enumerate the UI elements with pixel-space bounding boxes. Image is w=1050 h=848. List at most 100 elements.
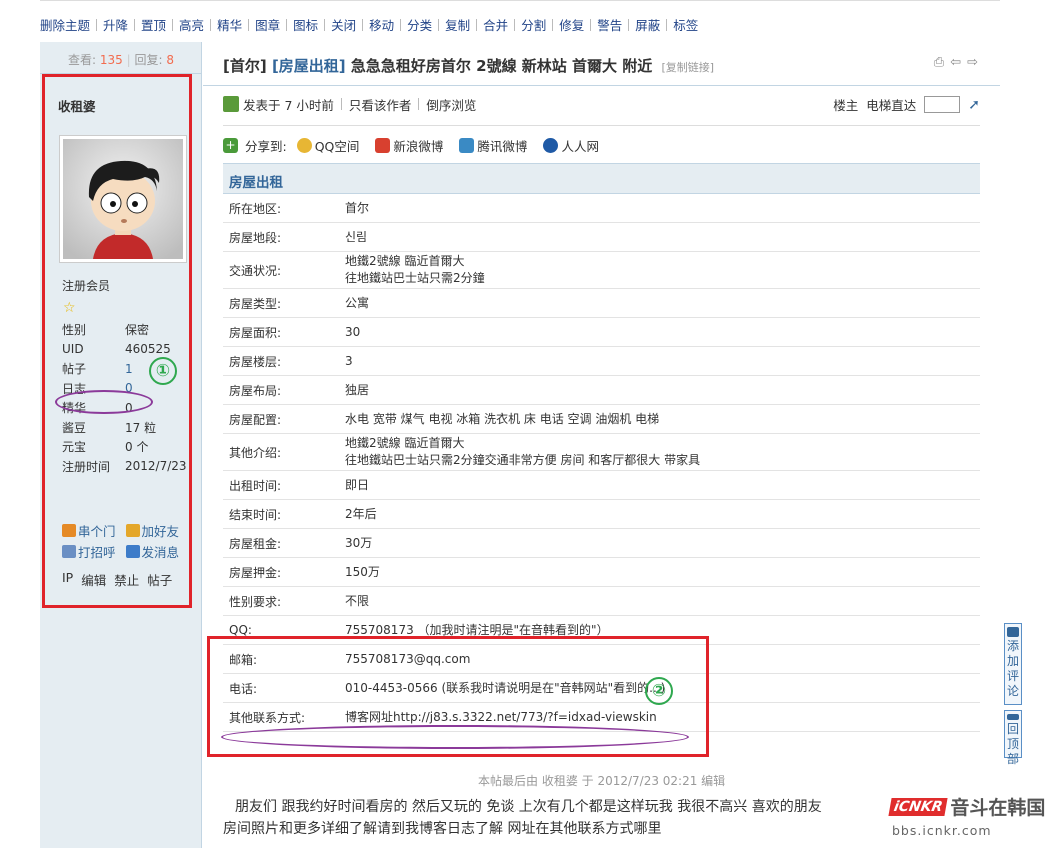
share-weibo[interactable]: 新浪微博	[375, 136, 443, 155]
listing-row-value-line: 即日	[345, 477, 370, 492]
toolbar-item[interactable]: 删除主题	[40, 15, 96, 34]
listing-row-value-line: 首尔	[345, 200, 370, 215]
next-thread-icon[interactable]: ⇨	[967, 55, 978, 70]
listing-row-key: 交通状况:	[229, 263, 282, 278]
toolbar-item[interactable]: 复制	[439, 15, 476, 34]
reply-label: 回复:	[134, 53, 163, 67]
share-tencent[interactable]: 腾讯微博	[459, 136, 527, 155]
user-actions-row2: 打招呼 发消息	[62, 542, 179, 561]
listing-row-value-line: 地鐵2號線 臨近首爾大	[345, 436, 465, 450]
send-message-button[interactable]: 发消息	[125, 542, 179, 561]
listing-row-key: 房屋押金:	[229, 565, 282, 580]
user-info-key: 元宝	[62, 440, 87, 455]
listing-row: 房屋楼层: 3	[223, 347, 980, 376]
listing-row-key: 房屋配置:	[229, 412, 282, 427]
listing-row-value-line: 신림	[345, 229, 368, 244]
author-name[interactable]: 收租婆	[58, 96, 96, 115]
listing-row-value: 独居	[345, 382, 980, 399]
vertical-label-char: 回	[1006, 722, 1019, 736]
toolbar-item[interactable]: 屏蔽	[629, 15, 666, 34]
title-icons: ⎙ ⇦ ⇨	[934, 55, 978, 70]
toolbar-item[interactable]: 高亮	[173, 15, 210, 34]
share-weibo-label: 新浪微博	[393, 139, 444, 154]
listing-row-value: 신림	[345, 229, 980, 246]
toolbar-item[interactable]: 图标	[287, 15, 324, 34]
listing-row: 出租时间: 即日	[223, 471, 980, 500]
listing-row-value: 地鐵2號線 臨近首爾大 往地鐵站巴士站只需2分鐘	[345, 253, 980, 287]
edit-link[interactable]: 编辑	[81, 570, 106, 589]
user-info-row: UID 460525	[62, 340, 192, 360]
user-info-value: 0 个	[125, 440, 149, 455]
edited-note: 本帖最后由 收租婆 于 2012/7/23 02:21 编辑	[478, 774, 726, 788]
user-info-value[interactable]: 1	[125, 362, 133, 376]
toolbar-item[interactable]: 修复	[553, 15, 590, 34]
avatar[interactable]	[59, 135, 187, 263]
title-text: 急急急租好房首尔 2號線 新林站 首爾大 附近	[350, 57, 653, 75]
toolbar-item[interactable]: 升降	[97, 15, 134, 34]
listing-row-key: 其他介绍:	[229, 445, 282, 460]
floor-controls: 楼主 电梯直达 ➚	[833, 95, 980, 114]
watermark-site-name: 音斗在韩国	[950, 797, 1046, 819]
listing-row-key: 房屋布局:	[229, 383, 282, 398]
vertical-label-char: 论	[1006, 684, 1019, 698]
listing-row-value-line: 水电 宽带 煤气 电视 冰箱 洗衣机 床 电话 空调 油烟机 电梯	[345, 411, 660, 426]
comment-icon	[1007, 627, 1019, 637]
title-region[interactable]: [首尔]	[223, 57, 267, 75]
greet-button[interactable]: 打招呼	[62, 542, 116, 561]
user-group[interactable]: 注册会员	[62, 277, 110, 294]
copy-link-button[interactable]: [复制链接]	[661, 61, 714, 74]
only-author-link[interactable]: 只看该作者	[349, 95, 412, 114]
toolbar-item[interactable]: 移动	[363, 15, 400, 34]
reverse-order-link[interactable]: 倒序浏览	[426, 95, 476, 114]
user-info-key: 性别	[62, 323, 87, 338]
toolbar-item[interactable]: 图章	[249, 15, 286, 34]
home-icon	[62, 524, 76, 537]
listing-row: 交通状况: 地鐵2號線 臨近首爾大 往地鐵站巴士站只需2分鐘	[223, 252, 980, 289]
listing-row-key: 房屋租金:	[229, 536, 282, 551]
annotation-marker-2: ②	[645, 677, 673, 705]
visit-button[interactable]: 串个门	[62, 521, 116, 540]
share-qzone-label: QQ空间	[314, 139, 360, 154]
back-to-top-button[interactable]: 回顶部	[1004, 710, 1022, 766]
toolbar-item[interactable]: 分割	[515, 15, 552, 34]
listing-row-value: 地鐵2號線 臨近首爾大 往地鐵站巴士站只需2分鐘交通非常方便 房间 和客厅都很大 …	[345, 435, 980, 469]
prev-thread-icon[interactable]: ⇦	[950, 55, 961, 70]
add-comment-button[interactable]: 添加评论	[1004, 623, 1022, 705]
toolbar-item[interactable]: 关闭	[325, 15, 362, 34]
share-renren[interactable]: 人人网	[543, 136, 599, 155]
listing-row-value-line: 不限	[345, 593, 370, 608]
toolbar-item[interactable]: 分类	[401, 15, 438, 34]
toolbar-item[interactable]: 标签	[667, 15, 704, 34]
floor-jump-input[interactable]	[924, 96, 961, 113]
user-info-key: 注册时间	[62, 459, 111, 474]
post-title: [首尔] [房屋出租] 急急急租好房首尔 2號線 新林站 首爾大 附近 [复制链…	[223, 55, 714, 76]
share-qzone[interactable]: QQ空间	[296, 136, 360, 155]
greet-icon	[62, 545, 76, 558]
title-category[interactable]: [房屋出租]	[272, 57, 346, 75]
post-title-bar: [首尔] [房屋出租] 急急急租好房首尔 2號線 新林站 首爾大 附近 [复制链…	[203, 42, 1000, 86]
listing-section-title: 房屋出租	[223, 163, 980, 194]
jump-go-icon[interactable]: ➚	[968, 97, 980, 113]
ip-link[interactable]: IP	[62, 570, 73, 589]
toolbar-item[interactable]: 合并	[477, 15, 514, 34]
add-friend-button[interactable]: 加好友	[125, 521, 179, 540]
reply-count: 8	[166, 53, 174, 67]
user-info-row: 性别 保密	[62, 320, 192, 340]
listing-row-value: 30万	[345, 535, 980, 552]
print-icon[interactable]: ⎙	[934, 55, 944, 70]
toolbar-item[interactable]: 精华	[211, 15, 248, 34]
watermark-logo: iCNKR	[888, 797, 949, 816]
toolbar-item[interactable]: 置顶	[135, 15, 172, 34]
listing-row-key: 性别要求:	[229, 594, 282, 609]
watermark-url: bbs.icnkr.com	[892, 823, 992, 838]
listing-row-value: 不限	[345, 593, 980, 610]
listing-row: 房屋面积: 30	[223, 318, 980, 347]
listing-row-value: 30	[345, 324, 980, 341]
greet-label: 打招呼	[78, 545, 116, 560]
post-body-line: 房间照片和更多详细了解请到我博客日志了解 网址在其他联系方式哪里	[223, 821, 662, 837]
toolbar-item[interactable]: 警告	[591, 15, 628, 34]
posts-link[interactable]: 帖子	[147, 570, 172, 589]
profile-highlight-box: 收租婆 注册会员 ☆ 性别 保密 UID 460525 帖子 1 日志 0 精华…	[42, 74, 192, 608]
ban-link[interactable]: 禁止	[114, 570, 139, 589]
listing-row-value: 首尔	[345, 200, 980, 217]
